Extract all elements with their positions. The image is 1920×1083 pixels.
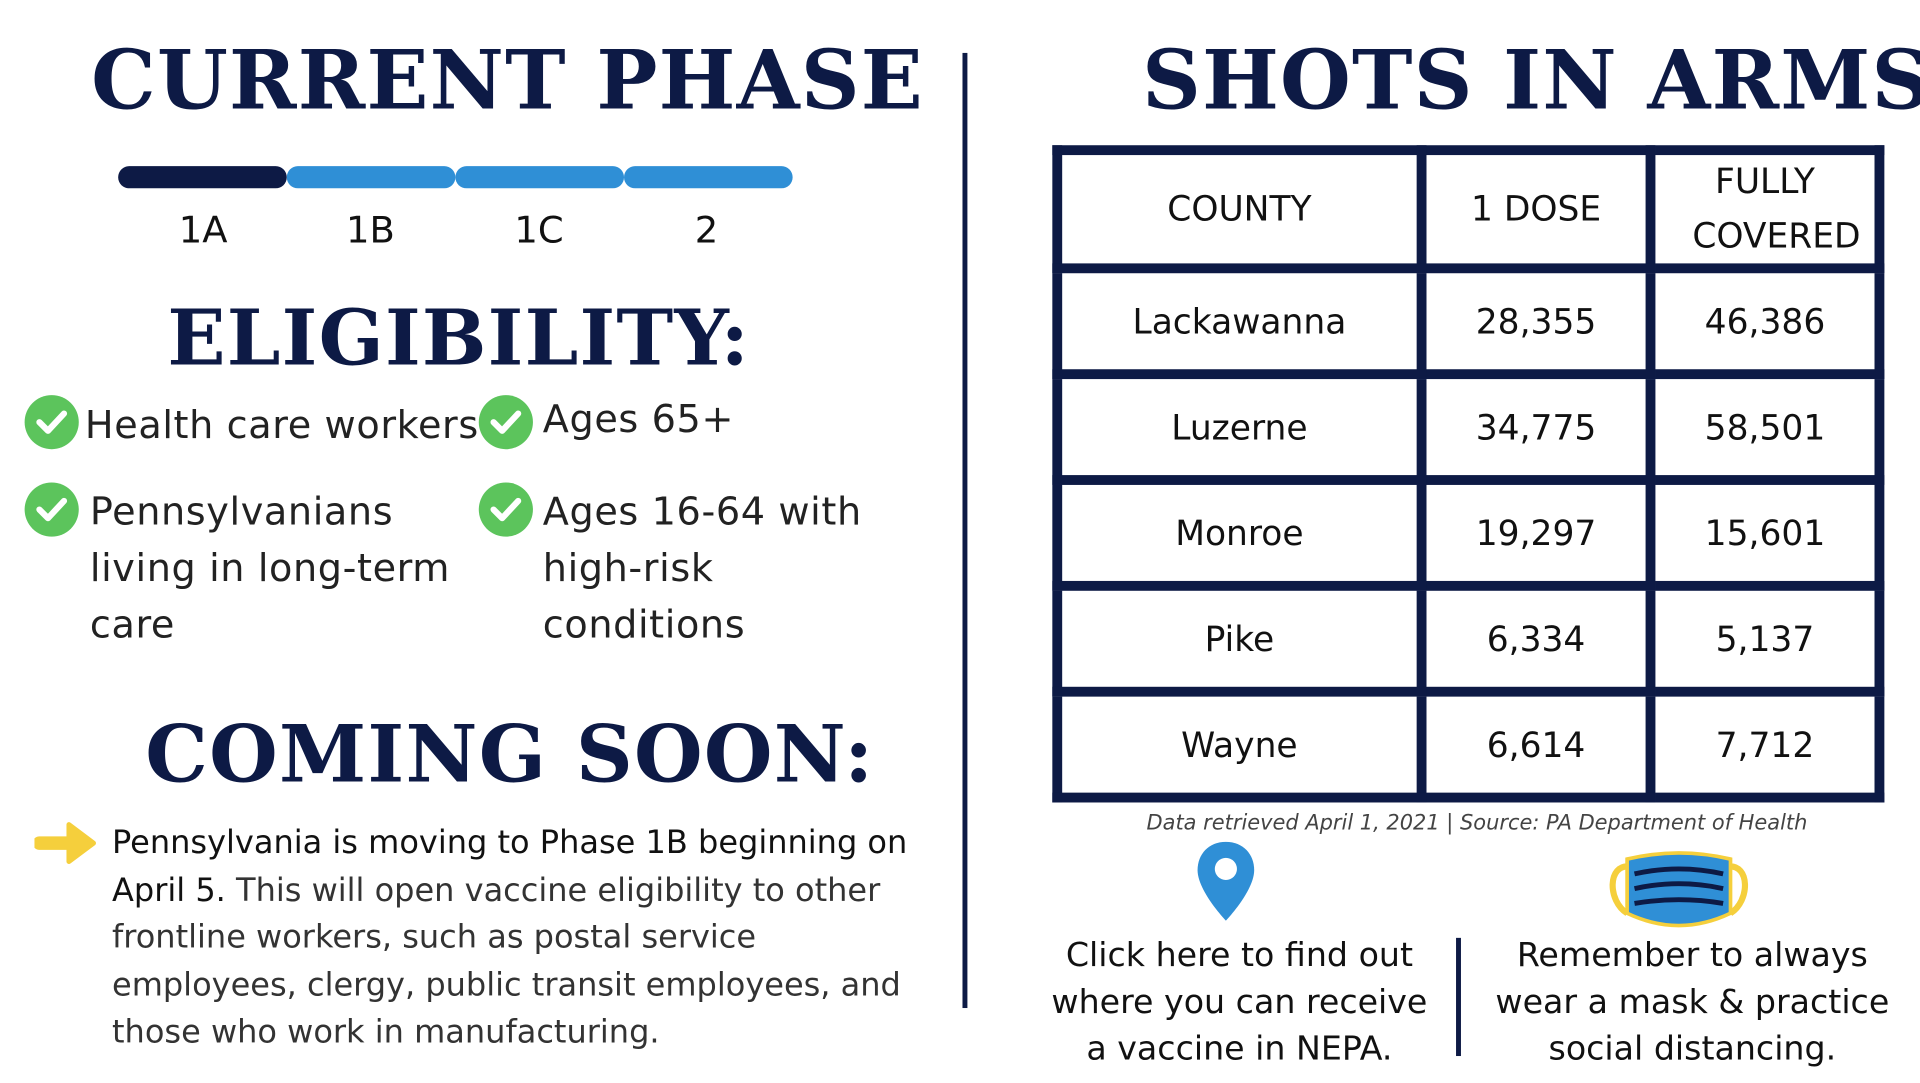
check-circle-icon (24, 482, 79, 537)
column-header-county: COUNTY (1052, 145, 1427, 274)
eligibility-item: Ages 16-64 with high-risk conditions (543, 484, 862, 654)
phase-segment-2 (624, 166, 793, 189)
current-phase-title: CURRENT PHASE (91, 32, 924, 129)
one-dose-cell: 6,614 (1416, 686, 1656, 803)
phase-segment-1c (455, 166, 625, 189)
column-divider (962, 52, 968, 1009)
one-dose-cell: 34,775 (1416, 369, 1656, 485)
fully-covered-cell: 7,712 (1645, 686, 1885, 803)
check-circle-icon (478, 395, 533, 450)
phase-progress-bar (118, 166, 793, 189)
phase-segment-1a (118, 166, 287, 189)
eligibility-item: Pennsylvanians living in long-term care (90, 484, 450, 654)
eligibility-item: Health care workers (84, 403, 479, 449)
table-row: Monroe 19,297 15,601 (1052, 475, 1885, 591)
county-cell: Wayne (1052, 686, 1427, 803)
mask-reminder-text: Remember to always wear a mask & practic… (1495, 936, 1890, 1069)
find-vaccine-link[interactable]: Click here to find out where you can rec… (1036, 933, 1442, 1073)
eligibility-item-line: high-risk (542, 546, 714, 591)
phase-segment-1b (286, 166, 456, 189)
phase-label: 1C (514, 209, 564, 253)
county-cell: Monroe (1052, 475, 1427, 591)
check-circle-icon (478, 482, 533, 537)
county-cell: Pike (1052, 580, 1427, 697)
fully-covered-cell: 15,601 (1645, 475, 1885, 591)
eligibility-item-line: conditions (542, 603, 746, 648)
face-mask-icon (1609, 851, 1749, 928)
eligibility-item-line: living in long-term (89, 546, 451, 591)
one-dose-cell: 6,334 (1416, 580, 1656, 697)
county-cell: Lackawanna (1052, 263, 1427, 380)
column-header-fully-covered: FULLY COVERED (1645, 145, 1885, 274)
eligibility-title: ELIGIBILITY: (167, 292, 751, 383)
check-circle-icon (24, 395, 79, 450)
fully-covered-cell: 5,137 (1645, 580, 1885, 697)
fully-covered-cell: 46,386 (1645, 263, 1885, 380)
vaccination-table: COUNTY 1 DOSE FULLY COVERED Lackawanna 2… (1052, 145, 1885, 803)
eligibility-item: Ages 65+ (542, 397, 735, 442)
one-dose-cell: 28,355 (1416, 263, 1656, 380)
data-source-note: Data retrieved April 1, 2021 | Source: P… (1146, 811, 1808, 836)
phase-label: 1B (346, 209, 395, 253)
shots-in-arms-title: SHOTS IN ARMS: (1142, 32, 1920, 129)
table-header-row: COUNTY 1 DOSE FULLY COVERED (1052, 145, 1885, 274)
eligibility-item-line: Pennsylvanians (89, 489, 394, 535)
footer-divider (1456, 937, 1461, 1057)
coming-soon-text: Pennsylvania is moving to Phase 1B begin… (112, 820, 924, 1057)
table-row: Lackawanna 28,355 46,386 (1052, 263, 1885, 380)
one-dose-cell: 19,297 (1416, 475, 1656, 591)
table-row: Luzerne 34,775 58,501 (1052, 369, 1885, 485)
coming-soon-body: This will open vaccine eligibility to ot… (112, 872, 901, 1052)
phase-label: 1A (178, 209, 228, 253)
table-row: Pike 6,334 5,137 (1052, 580, 1885, 697)
arrow-right-icon (34, 822, 97, 865)
eligibility-item-line: Ages 16-64 with (542, 489, 862, 535)
table-row: Wayne 6,614 7,712 (1052, 686, 1885, 803)
phase-label: 2 (694, 209, 719, 253)
infographic: CURRENT PHASE 1A 1B 1C 2 ELIGIBILITY: He… (0, 0, 1920, 1083)
map-pin-icon[interactable] (1194, 839, 1258, 925)
eligibility-item-line: care (89, 603, 176, 648)
coming-soon-title: COMING SOON: (145, 708, 875, 802)
column-header-one-dose: 1 DOSE (1416, 145, 1656, 274)
county-cell: Luzerne (1052, 369, 1427, 485)
fully-covered-cell: 58,501 (1645, 369, 1885, 485)
